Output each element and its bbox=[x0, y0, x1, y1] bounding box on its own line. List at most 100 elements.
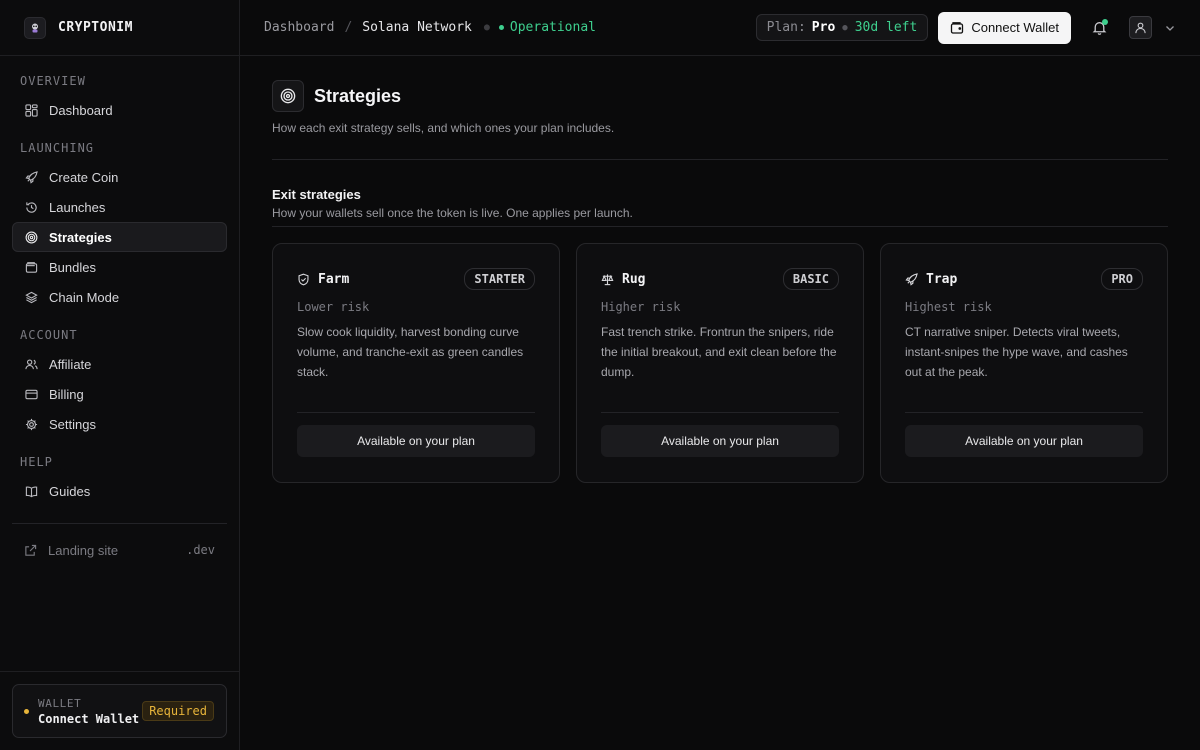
page-header: Strategies bbox=[272, 80, 1168, 112]
strategies-page: Strategies How each exit strategy sells,… bbox=[240, 56, 1200, 483]
strategy-name: Trap bbox=[926, 271, 958, 287]
wallet-required-badge: Required bbox=[142, 701, 214, 721]
sidebar-item-launches[interactable]: Launches bbox=[12, 192, 227, 222]
layers-icon bbox=[25, 291, 38, 303]
shield-icon bbox=[298, 273, 309, 285]
breadcrumb-dashboard[interactable]: Dashboard bbox=[264, 20, 334, 35]
section-subtitle: How your wallets sell once the token is … bbox=[272, 206, 633, 220]
sidebar-divider bbox=[12, 523, 227, 524]
plan-value: Pro bbox=[811, 20, 836, 35]
sidebar-item-billing[interactable]: Billing bbox=[12, 379, 227, 409]
plan-key: Plan: bbox=[766, 20, 806, 35]
page-title: Strategies bbox=[314, 85, 402, 106]
sidebar-item-label: Settings bbox=[49, 416, 96, 432]
sidebar-item-dashboard[interactable]: Dashboard bbox=[12, 95, 227, 125]
book-icon bbox=[25, 485, 38, 497]
card-divider bbox=[601, 412, 839, 413]
section-title: Exit strategies bbox=[272, 187, 361, 202]
breadcrumb-dot: ● bbox=[483, 22, 490, 33]
gear-icon bbox=[25, 418, 38, 430]
strategy-card-farm: Farm STARTER Lower risk Slow cook liquid… bbox=[272, 243, 560, 483]
sidebar-item-label: Bundles bbox=[49, 259, 96, 275]
landing-site-label: Landing site bbox=[48, 542, 119, 558]
notifications-button[interactable] bbox=[1089, 18, 1109, 38]
rocket-icon bbox=[905, 272, 918, 286]
section-overview: OVERVIEW bbox=[20, 74, 86, 88]
breadcrumb-network[interactable]: Solana Network bbox=[362, 20, 472, 35]
wallet-connect-card[interactable]: WALLET Connect Wallet Required bbox=[12, 684, 227, 738]
strategy-description: Slow cook liquidity, harvest bonding cur… bbox=[297, 325, 524, 379]
network-status: Operational bbox=[509, 20, 596, 35]
breadcrumb: Dashboard / Solana Network ● Operational bbox=[264, 20, 756, 35]
risk-level: Highest risk bbox=[905, 300, 992, 314]
tier-badge: BASIC bbox=[782, 268, 839, 290]
sidebar-item-strategies[interactable]: Strategies bbox=[12, 222, 227, 252]
section-account: ACCOUNT bbox=[20, 328, 78, 342]
sidebar-nav: OVERVIEW Dashboard LAUNCHING Create Coin… bbox=[0, 56, 239, 562]
availability-button[interactable]: Available on your plan bbox=[601, 425, 839, 457]
sidebar-item-label: Billing bbox=[49, 386, 84, 402]
grid-icon bbox=[25, 103, 38, 117]
main-area: Dashboard / Solana Network ● Operational… bbox=[240, 0, 1200, 750]
sidebar-item-label: Affiliate bbox=[49, 356, 92, 372]
strategy-card-trap: Trap PRO Highest risk CT narrative snipe… bbox=[880, 243, 1168, 483]
wallet-icon bbox=[951, 21, 964, 34]
card-divider bbox=[297, 412, 535, 413]
sidebar-item-label: Launches bbox=[49, 199, 106, 215]
sidebar-item-create-coin[interactable]: Create Coin bbox=[12, 162, 227, 192]
card-divider bbox=[905, 412, 1143, 413]
landing-site-suffix: .dev bbox=[186, 543, 215, 557]
sidebar-wallet-area: WALLET Connect Wallet Required bbox=[0, 671, 239, 750]
sidebar-item-label: Dashboard bbox=[49, 102, 113, 118]
connect-wallet-label: Connect Wallet bbox=[971, 20, 1059, 35]
tier-badge: PRO bbox=[1101, 268, 1143, 290]
user-avatar[interactable] bbox=[1129, 16, 1152, 39]
scale-icon bbox=[601, 273, 614, 285]
risk-level: Higher risk bbox=[601, 300, 681, 314]
brand-logo-icon bbox=[24, 16, 46, 39]
connect-wallet-button[interactable]: Connect Wallet bbox=[938, 11, 1071, 44]
plan-badge[interactable]: Plan: Pro ● 30d left bbox=[755, 14, 929, 41]
sidebar-item-guides[interactable]: Guides bbox=[12, 476, 227, 506]
chevron-down-icon[interactable] bbox=[1164, 22, 1176, 34]
wallet-value: Connect Wallet bbox=[38, 711, 140, 726]
sidebar-item-affiliate[interactable]: Affiliate bbox=[12, 349, 227, 379]
strategy-card-rug: Rug BASIC Higher risk Fast trench strike… bbox=[576, 243, 864, 483]
topbar: Dashboard / Solana Network ● Operational… bbox=[240, 0, 1200, 56]
external-link-icon bbox=[25, 544, 37, 556]
history-icon bbox=[26, 201, 37, 213]
strategy-description: CT narrative sniper. Detects viral tweet… bbox=[905, 325, 1128, 379]
section-launching: LAUNCHING bbox=[20, 141, 95, 155]
availability-button[interactable]: Available on your plan bbox=[297, 425, 535, 457]
sidebar-item-label: Strategies bbox=[49, 229, 112, 245]
target-icon bbox=[25, 231, 38, 243]
brand-name: CRYPTONIM bbox=[58, 20, 133, 35]
brand[interactable]: CRYPTONIM bbox=[0, 0, 239, 56]
sidebar-item-bundles[interactable]: Bundles bbox=[12, 252, 227, 282]
sidebar-item-label: Create Coin bbox=[49, 169, 119, 185]
landing-site-link[interactable]: Landing site .dev bbox=[12, 538, 227, 562]
notification-badge bbox=[1102, 18, 1108, 25]
target-icon bbox=[272, 80, 304, 112]
availability-button[interactable]: Available on your plan bbox=[905, 425, 1143, 457]
plan-remaining: 30d left bbox=[854, 20, 918, 35]
sidebar-item-settings[interactable]: Settings bbox=[12, 409, 227, 439]
strategy-cards: Farm STARTER Lower risk Slow cook liquid… bbox=[272, 243, 1168, 483]
section-help: HELP bbox=[20, 455, 53, 469]
page-divider bbox=[272, 159, 1168, 160]
status-dot bbox=[498, 25, 504, 30]
sidebar-item-chain-mode[interactable]: Chain Mode bbox=[12, 282, 227, 312]
plan-separator: ● bbox=[842, 22, 848, 33]
rocket-icon bbox=[25, 170, 38, 184]
sidebar-item-label: Guides bbox=[49, 483, 91, 499]
sidebar-item-label: Chain Mode bbox=[49, 289, 120, 305]
wallet-label: WALLET bbox=[38, 696, 82, 710]
credit-card-icon bbox=[25, 389, 38, 399]
page-subtitle: How each exit strategy sells, and which … bbox=[272, 121, 615, 135]
sidebar: CRYPTONIM OVERVIEW Dashboard LAUNCHING C… bbox=[0, 0, 240, 750]
wallet-icon bbox=[25, 261, 38, 273]
strategy-name: Farm bbox=[318, 271, 350, 287]
breadcrumb-separator: / bbox=[344, 20, 353, 35]
users-icon bbox=[25, 358, 38, 369]
app-root: CRYPTONIM OVERVIEW Dashboard LAUNCHING C… bbox=[0, 0, 1200, 750]
